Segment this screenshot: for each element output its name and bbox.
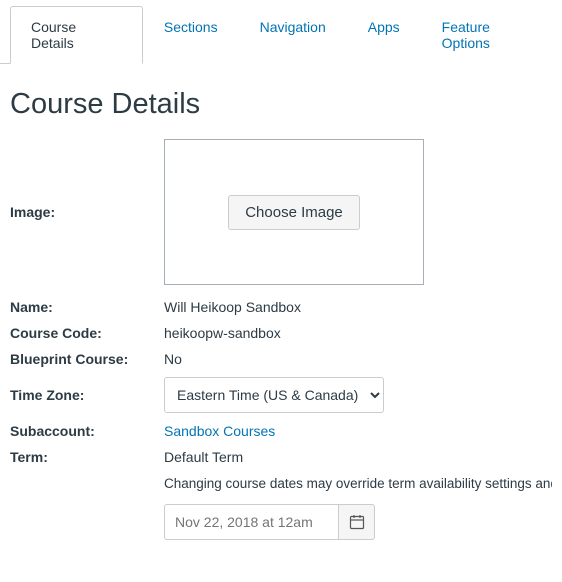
tab-apps[interactable]: Apps xyxy=(347,6,421,64)
image-dropzone[interactable]: Choose Image xyxy=(164,139,424,285)
value-blueprint: No xyxy=(164,351,552,367)
choose-image-button[interactable]: Choose Image xyxy=(228,195,360,230)
dates-note: Changing course dates may override term … xyxy=(164,475,552,494)
label-blueprint: Blueprint Course: xyxy=(10,351,164,367)
course-settings-form: Image: Choose Image Name: Will Heikoop S… xyxy=(0,139,562,540)
calendar-icon xyxy=(349,514,365,530)
tab-navigation[interactable]: Navigation xyxy=(239,6,347,64)
value-term: Default Term xyxy=(164,449,552,465)
label-time-zone: Time Zone: xyxy=(10,387,164,403)
label-subaccount: Subaccount: xyxy=(10,423,164,439)
tab-bar: Course Details Sections Navigation Apps … xyxy=(0,6,562,64)
label-name: Name: xyxy=(10,299,164,315)
date-picker-button[interactable] xyxy=(339,504,375,540)
time-zone-select[interactable]: Eastern Time (US & Canada) ( xyxy=(164,377,384,413)
value-course-code: heikoopw-sandbox xyxy=(164,325,552,341)
tab-sections[interactable]: Sections xyxy=(143,6,239,64)
page-title: Course Details xyxy=(10,88,552,121)
label-course-code: Course Code: xyxy=(10,325,164,341)
start-date-input[interactable] xyxy=(164,504,339,540)
value-name: Will Heikoop Sandbox xyxy=(164,299,552,315)
label-term: Term: xyxy=(10,449,164,465)
label-image: Image: xyxy=(10,204,164,220)
subaccount-link[interactable]: Sandbox Courses xyxy=(164,423,552,439)
tab-course-details[interactable]: Course Details xyxy=(10,6,143,64)
tab-feature-options[interactable]: Feature Options xyxy=(421,6,562,64)
